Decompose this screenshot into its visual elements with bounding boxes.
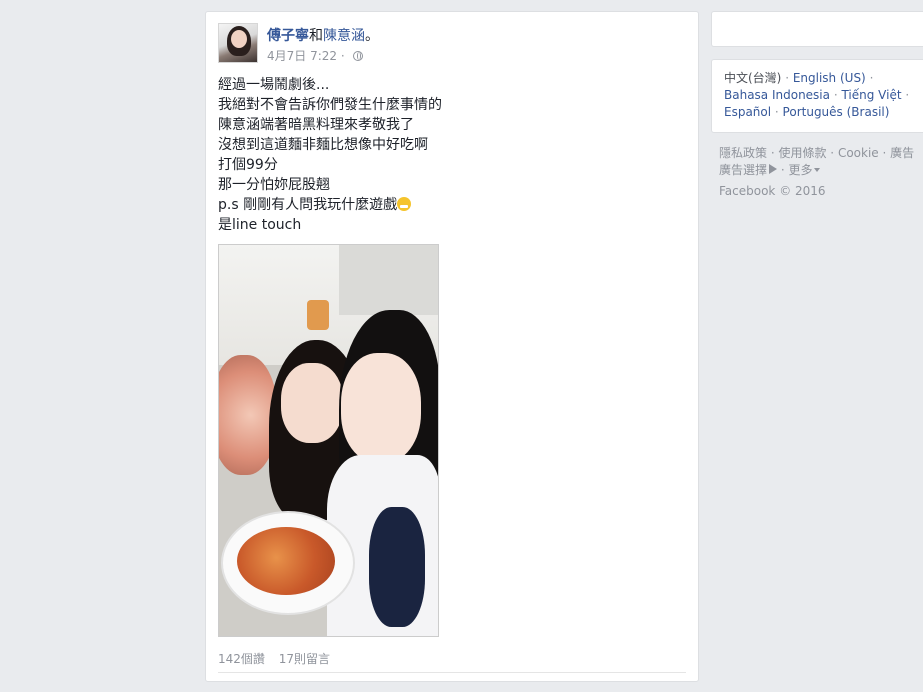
language-link[interactable]: Tiếng Việt <box>841 88 901 102</box>
post-body: 經過一場鬧劇後... 我絕對不會告訴你們發生什麼事情的 陳意涵端著暗黑料理來孝敬… <box>218 75 678 235</box>
ads-link[interactable]: 廣告 <box>890 146 914 160</box>
language-link[interactable]: Bahasa Indonesia <box>724 88 830 102</box>
likes-count-link[interactable]: 142個讚 <box>218 652 265 666</box>
language-link[interactable]: Español <box>724 105 771 119</box>
privacy-link[interactable]: 隱私政策 <box>719 146 767 160</box>
post-line: 那一分怕妳屁股翹 <box>218 177 330 193</box>
post-timestamp-link[interactable]: 4月7日 7:22 <box>267 49 337 63</box>
adchoices-link[interactable]: 廣告選擇 <box>719 163 767 177</box>
caret-down-icon <box>814 168 821 172</box>
post-line: 陳意涵端著暗黑料理來孝敬我了 <box>218 117 414 133</box>
post-header: 傅子寧和陳意涵。 <box>267 28 379 44</box>
post-line: 是line touch <box>218 217 302 233</box>
globe-icon[interactable] <box>352 51 363 61</box>
post-line: 我絕對不會告訴你們發生什麼事情的 <box>218 97 442 113</box>
language-link[interactable]: Português (Brasil) <box>783 105 890 119</box>
comments-count-link[interactable]: 17則留言 <box>279 652 330 666</box>
footer-links: 隱私政策 · 使用條款 · Cookie · 廣告 廣告選擇 · 更多 <box>719 146 915 177</box>
post-meta: 4月7日 7:22 · <box>267 47 363 64</box>
post-line: 經過一場鬧劇後... <box>218 77 330 93</box>
tagged-friend-link[interactable]: 陳意涵 <box>323 28 365 44</box>
post-stats: 142個讚 17則留言 <box>218 650 340 667</box>
copyright: Facebook © 2016 <box>719 184 826 198</box>
post-line: p.s 剛剛有人問我玩什麼遊戲 <box>218 195 678 215</box>
post-line: 沒想到這道麵非麵比想像中好吃啊 <box>218 137 428 153</box>
laughing-emoji-icon <box>397 197 412 211</box>
with-word: 和 <box>309 28 323 44</box>
divider <box>218 672 686 673</box>
post-line: 打個99分 <box>218 157 278 173</box>
current-language: 中文(台灣) <box>724 71 782 85</box>
post-card: 傅子寧和陳意涵。 4月7日 7:22 · 經過一場鬧劇後... 我絕對不會告訴你… <box>205 11 699 682</box>
author-avatar[interactable] <box>218 23 258 63</box>
post-photo[interactable] <box>218 244 439 637</box>
language-link[interactable]: English (US) <box>793 71 866 85</box>
cookie-link[interactable]: Cookie <box>838 146 879 160</box>
terms-link[interactable]: 使用條款 <box>778 146 826 160</box>
author-name-link[interactable]: 傅子寧 <box>267 28 309 44</box>
more-link[interactable]: 更多 <box>788 163 812 177</box>
adchoices-icon <box>769 164 778 174</box>
sidebar-top-box <box>711 11 923 47</box>
language-selector: 中文(台灣) · English (US) · Bahasa Indonesia… <box>711 59 923 133</box>
